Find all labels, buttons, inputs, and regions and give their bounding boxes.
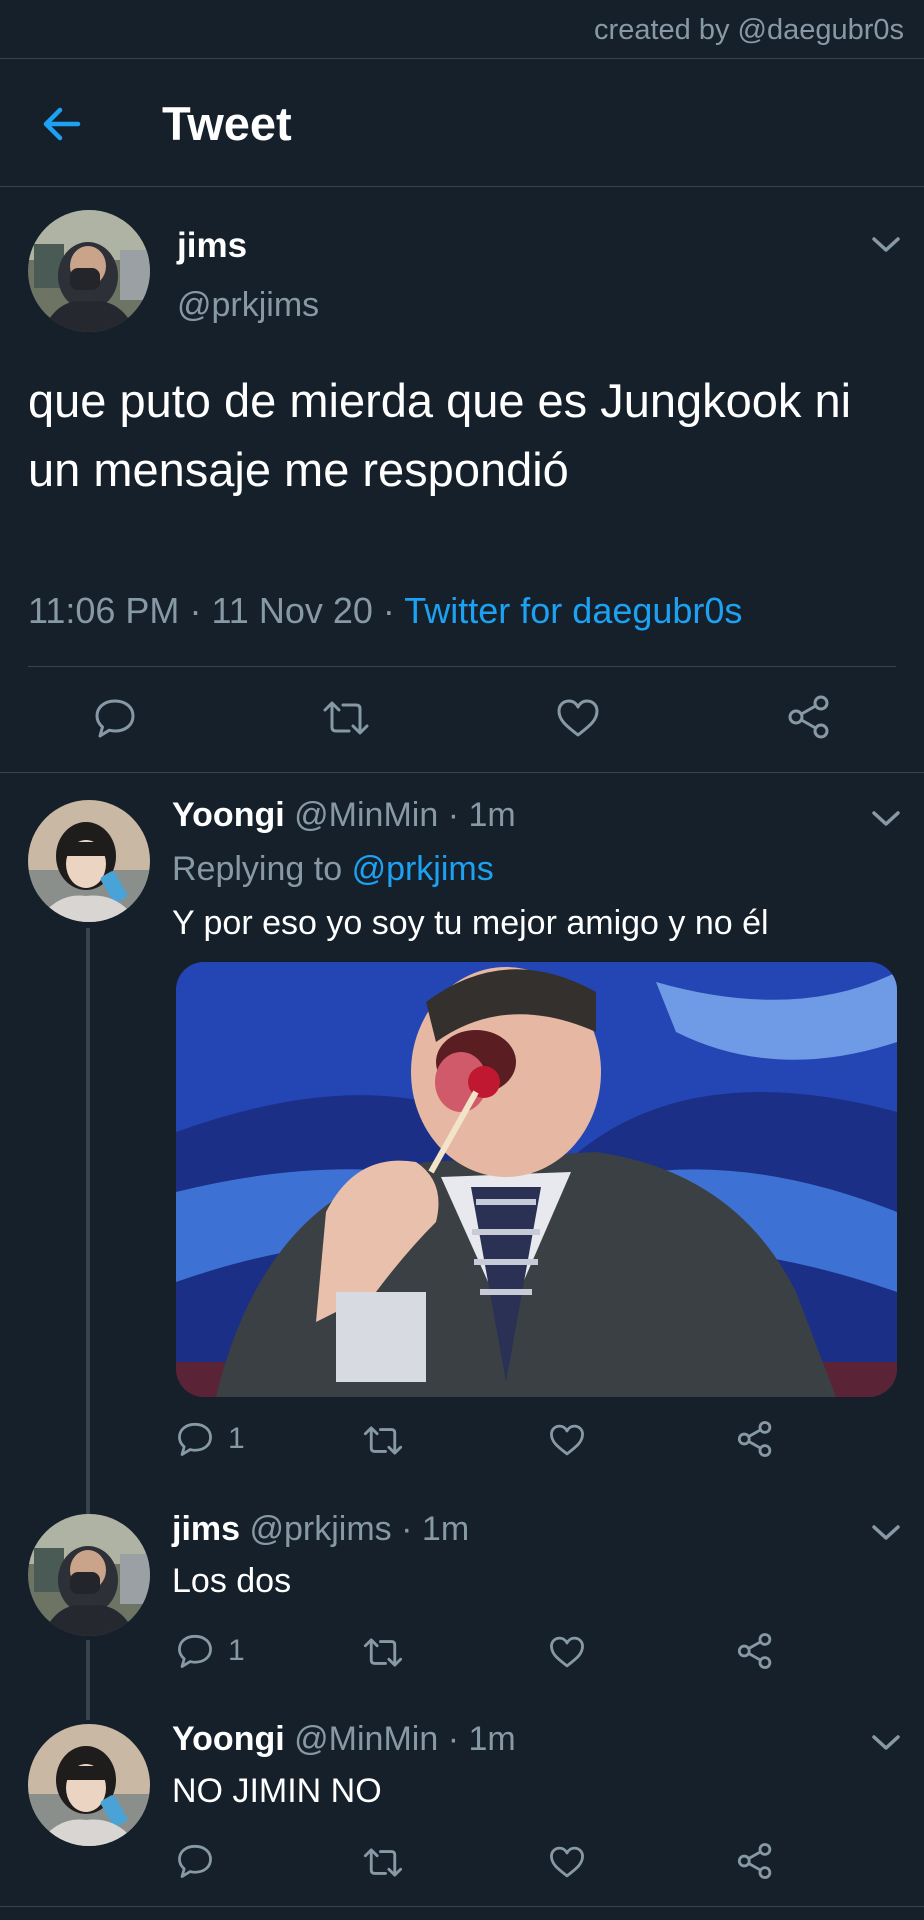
separator: · <box>447 1720 460 1758</box>
replying-to-label: Replying to <box>172 850 343 888</box>
author-handle[interactable]: @MinMin <box>294 1720 438 1758</box>
reply-button[interactable] <box>176 1842 228 1880</box>
like-button[interactable] <box>555 696 601 740</box>
thread-line <box>86 928 90 1518</box>
chevron-down-icon <box>872 237 900 252</box>
tweet-text: Los dos <box>172 1562 292 1600</box>
author-handle[interactable]: @MinMin <box>294 796 438 834</box>
reply-icon <box>178 1422 212 1456</box>
replying-to-handle[interactable]: @prkjims <box>352 850 494 888</box>
share-button[interactable] <box>736 1632 774 1670</box>
avatar[interactable] <box>28 1514 150 1636</box>
watermark: created by @daegubr0s <box>594 14 904 46</box>
share-button[interactable] <box>786 694 832 740</box>
like-icon <box>550 1424 584 1456</box>
tweet-source-link[interactable]: Twitter for daegubr0s <box>404 590 742 631</box>
retweet-icon <box>323 701 369 735</box>
retweet-icon <box>363 1638 403 1667</box>
author-handle[interactable]: @prkjims <box>250 1510 392 1548</box>
share-icon <box>737 1421 772 1457</box>
tweet-date: 11 Nov 20 <box>211 590 373 631</box>
separator: · <box>401 1510 413 1548</box>
retweet-button[interactable] <box>362 1844 404 1881</box>
retweet-icon <box>363 1848 403 1877</box>
separator: · <box>447 796 460 834</box>
retweet-button[interactable] <box>321 696 371 740</box>
author-name[interactable]: Yoongi <box>172 1720 285 1758</box>
avatar[interactable] <box>28 210 150 332</box>
page-title: Tweet <box>162 97 292 150</box>
author-handle[interactable]: @prkjims <box>177 286 319 325</box>
like-button[interactable] <box>548 1422 586 1458</box>
avatar[interactable] <box>28 1724 150 1846</box>
back-button[interactable] <box>38 100 86 148</box>
share-icon <box>788 695 829 739</box>
tweet-text: Y por eso yo soy tu mejor amigo y no él <box>172 904 769 942</box>
like-button[interactable] <box>548 1844 586 1880</box>
thread-line <box>86 1640 90 1720</box>
tweet-meta: 11:06 PM · 11 Nov 20 · Twitter for daegu… <box>28 590 742 632</box>
divider <box>0 772 924 773</box>
tweet-menu-button[interactable] <box>869 808 903 830</box>
like-button[interactable] <box>548 1634 586 1670</box>
reply-icon <box>95 699 135 738</box>
replying-to: Replying to @prkjims <box>172 850 494 889</box>
share-icon <box>737 1633 772 1669</box>
tweet-text: que puto de mierda que es Jungkook ni un… <box>28 374 852 496</box>
reply-icon <box>178 1844 212 1878</box>
divider <box>28 666 896 667</box>
reply-header: Yoongi @MinMin · 1m <box>172 1720 516 1759</box>
author-name[interactable]: jims <box>172 1510 240 1548</box>
chevron-down-icon <box>872 811 900 826</box>
tweet-text: NO JIMIN NO <box>172 1772 382 1810</box>
avatar[interactable] <box>28 800 150 922</box>
share-button[interactable] <box>736 1842 774 1880</box>
author-name[interactable]: Yoongi <box>172 796 285 834</box>
tweet-menu-button[interactable] <box>869 234 903 256</box>
divider <box>0 1906 924 1907</box>
tweet-media-image[interactable] <box>176 962 897 1397</box>
reply-count: 1 <box>228 1634 245 1667</box>
tweet-time: 1m <box>468 796 516 834</box>
reply-header: jims @prkjims · 1m <box>172 1510 469 1549</box>
tweet-menu-button[interactable] <box>869 1522 903 1544</box>
retweet-icon <box>363 1426 403 1455</box>
reply-icon <box>178 1634 212 1668</box>
back-arrow-icon <box>43 107 81 141</box>
separator: · <box>189 590 202 631</box>
share-icon <box>737 1843 772 1879</box>
like-icon <box>557 699 599 737</box>
divider <box>0 58 924 59</box>
like-icon <box>550 1636 584 1668</box>
separator: · <box>382 590 395 631</box>
tweet-time: 1m <box>468 1720 516 1758</box>
chevron-down-icon <box>872 1735 900 1750</box>
author-name[interactable]: jims <box>177 226 247 266</box>
tweet-time: 11:06 PM <box>28 590 180 631</box>
divider <box>0 186 924 187</box>
reply-button[interactable]: 1 <box>176 1632 245 1670</box>
like-icon <box>550 1846 584 1878</box>
retweet-button[interactable] <box>362 1422 404 1459</box>
reply-header: Yoongi @MinMin · 1m <box>172 796 516 835</box>
chevron-down-icon <box>872 1525 900 1540</box>
reply-button[interactable]: 1 <box>176 1420 245 1458</box>
reply-count: 1 <box>228 1422 245 1455</box>
retweet-button[interactable] <box>362 1634 404 1671</box>
share-button[interactable] <box>736 1420 774 1458</box>
reply-button[interactable] <box>93 696 137 740</box>
tweet-menu-button[interactable] <box>869 1732 903 1754</box>
tweet-time: 1m <box>421 1510 470 1548</box>
